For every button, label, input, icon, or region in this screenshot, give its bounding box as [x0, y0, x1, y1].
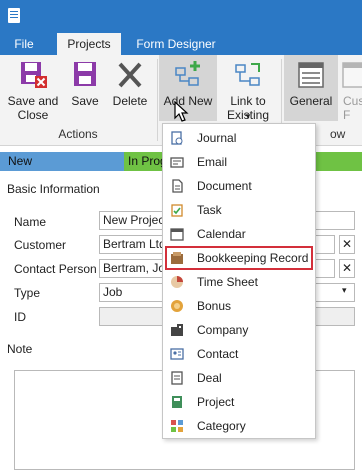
- note-label: Note: [7, 342, 33, 356]
- document-icon: [172, 179, 183, 193]
- tab-file[interactable]: File: [4, 33, 44, 55]
- menu-item-contact[interactable]: Contact: [163, 342, 315, 366]
- category-icon: [171, 420, 183, 432]
- menu-item-email[interactable]: Email: [163, 150, 315, 174]
- contact-person-label: Contact Person: [14, 262, 97, 276]
- group-view-label: ow: [330, 127, 346, 141]
- general-label: General: [289, 94, 333, 108]
- clear-customer-icon[interactable]: ✕: [339, 235, 355, 254]
- name-label: Name: [14, 215, 47, 229]
- calendar-icon: [170, 228, 184, 241]
- menu-item-task[interactable]: Task: [163, 198, 315, 222]
- clear-contact-icon[interactable]: ✕: [339, 259, 355, 278]
- menu-item-project[interactable]: Project: [163, 390, 315, 414]
- chevron-down-icon: ▾: [342, 285, 347, 295]
- general-view-icon: [298, 62, 324, 88]
- journal-icon: [171, 131, 183, 145]
- add-new-menu: Journal Email Document Task Calendar Boo…: [162, 123, 316, 439]
- general-view-button[interactable]: General: [284, 55, 338, 121]
- title-bar: [0, 0, 362, 33]
- menu-item-deal[interactable]: Deal: [163, 366, 315, 390]
- menu-item-bookkeeping-record[interactable]: Bookkeeping Record: [165, 246, 313, 270]
- link-to-existing-button[interactable]: Link to Existing ▾: [221, 55, 275, 122]
- custom-view-button[interactable]: Cus F: [340, 55, 362, 122]
- mouse-cursor-icon: [174, 101, 189, 122]
- custom-view-label: Cus F: [343, 94, 362, 122]
- chevron-down-icon: ▾: [245, 111, 251, 121]
- task-icon: [171, 204, 183, 217]
- save-close-icon: [21, 62, 47, 88]
- tab-form-designer[interactable]: Form Designer: [128, 33, 224, 55]
- group-actions-label: Actions: [58, 127, 98, 141]
- menu-item-document[interactable]: Document: [163, 174, 315, 198]
- save-label: Save: [71, 94, 99, 108]
- delete-icon: [118, 62, 142, 88]
- contact-icon: [170, 348, 184, 360]
- delete-button[interactable]: Delete: [108, 55, 152, 121]
- save-icon: [74, 62, 96, 86]
- company-icon: [171, 324, 183, 336]
- add-new-icon: [175, 61, 200, 86]
- custom-view-icon: [342, 62, 362, 88]
- ribbon-tab-row: File Projects Form Designer: [0, 33, 362, 55]
- link-existing-icon: [235, 63, 260, 86]
- menu-item-calendar[interactable]: Calendar: [163, 222, 315, 246]
- bonus-icon: [171, 300, 183, 312]
- menu-item-company[interactable]: Company: [163, 318, 315, 342]
- menu-item-bonus[interactable]: Bonus: [163, 294, 315, 318]
- project-icon: [172, 396, 182, 408]
- id-label: ID: [14, 310, 26, 324]
- menu-item-category[interactable]: Category: [163, 414, 315, 438]
- save-and-close-button[interactable]: Save and Close: [2, 55, 64, 122]
- bookkeeping-icon: [171, 252, 183, 264]
- customer-label: Customer: [14, 238, 67, 252]
- email-icon: [170, 157, 184, 168]
- time-sheet-icon: [171, 276, 183, 288]
- delete-label: Delete: [112, 94, 148, 108]
- section-title: Basic Information: [7, 182, 100, 196]
- save-and-close-label: Save and Close: [7, 94, 59, 122]
- save-button[interactable]: Save: [66, 55, 104, 121]
- tab-projects[interactable]: Projects: [57, 33, 121, 55]
- deal-icon: [171, 371, 183, 385]
- menu-item-time-sheet[interactable]: Time Sheet: [163, 270, 315, 294]
- type-label: Type: [14, 286, 41, 300]
- menu-item-journal[interactable]: Journal: [163, 126, 315, 150]
- app-icon: [8, 8, 20, 23]
- ribbon-separator: [157, 59, 158, 141]
- status-new-step[interactable]: New: [0, 152, 124, 171]
